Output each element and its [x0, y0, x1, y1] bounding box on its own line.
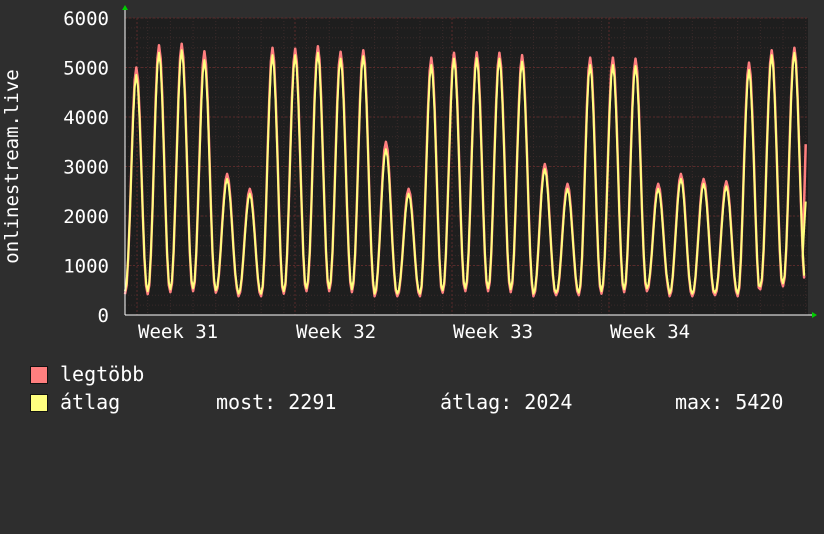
y-tick-label: 0 [98, 305, 109, 327]
stat-average: átlag: 2024 [440, 390, 573, 414]
y-tick-label: 3000 [63, 157, 109, 179]
y-axis-arrow [122, 5, 128, 10]
stat-max: max: 5420 [675, 390, 784, 414]
x-tick-label: Week 32 [296, 321, 376, 343]
x-tick-label: Week 31 [138, 321, 218, 343]
legend-label-avg: átlag [60, 390, 121, 414]
rrd-chart: 0 1000 2000 3000 4000 5000 6000 Week 31 Week 32 W… [1, 5, 817, 343]
stat-now: most: 2291 [216, 390, 337, 414]
legend-swatch-max [30, 366, 48, 384]
y-tick-label: 5000 [63, 58, 109, 80]
y-axis-label: onlinestream.live [1, 69, 23, 263]
x-axis-arrow [812, 312, 817, 318]
y-tick-label: 1000 [63, 256, 109, 278]
legend-swatch-avg [30, 394, 48, 412]
x-tick-label: Week 34 [610, 321, 690, 343]
legend-label-max: legtöbb [60, 362, 145, 386]
y-tick-label: 4000 [63, 107, 109, 129]
legend-item-avg: átlag most: 2291 átlag: 2024 max: 5420 [30, 390, 810, 414]
x-tick-label: Week 33 [453, 321, 533, 343]
legend-item-max: legtöbb [30, 362, 144, 386]
y-tick-label: 6000 [63, 8, 109, 30]
y-tick-label: 2000 [63, 206, 109, 228]
